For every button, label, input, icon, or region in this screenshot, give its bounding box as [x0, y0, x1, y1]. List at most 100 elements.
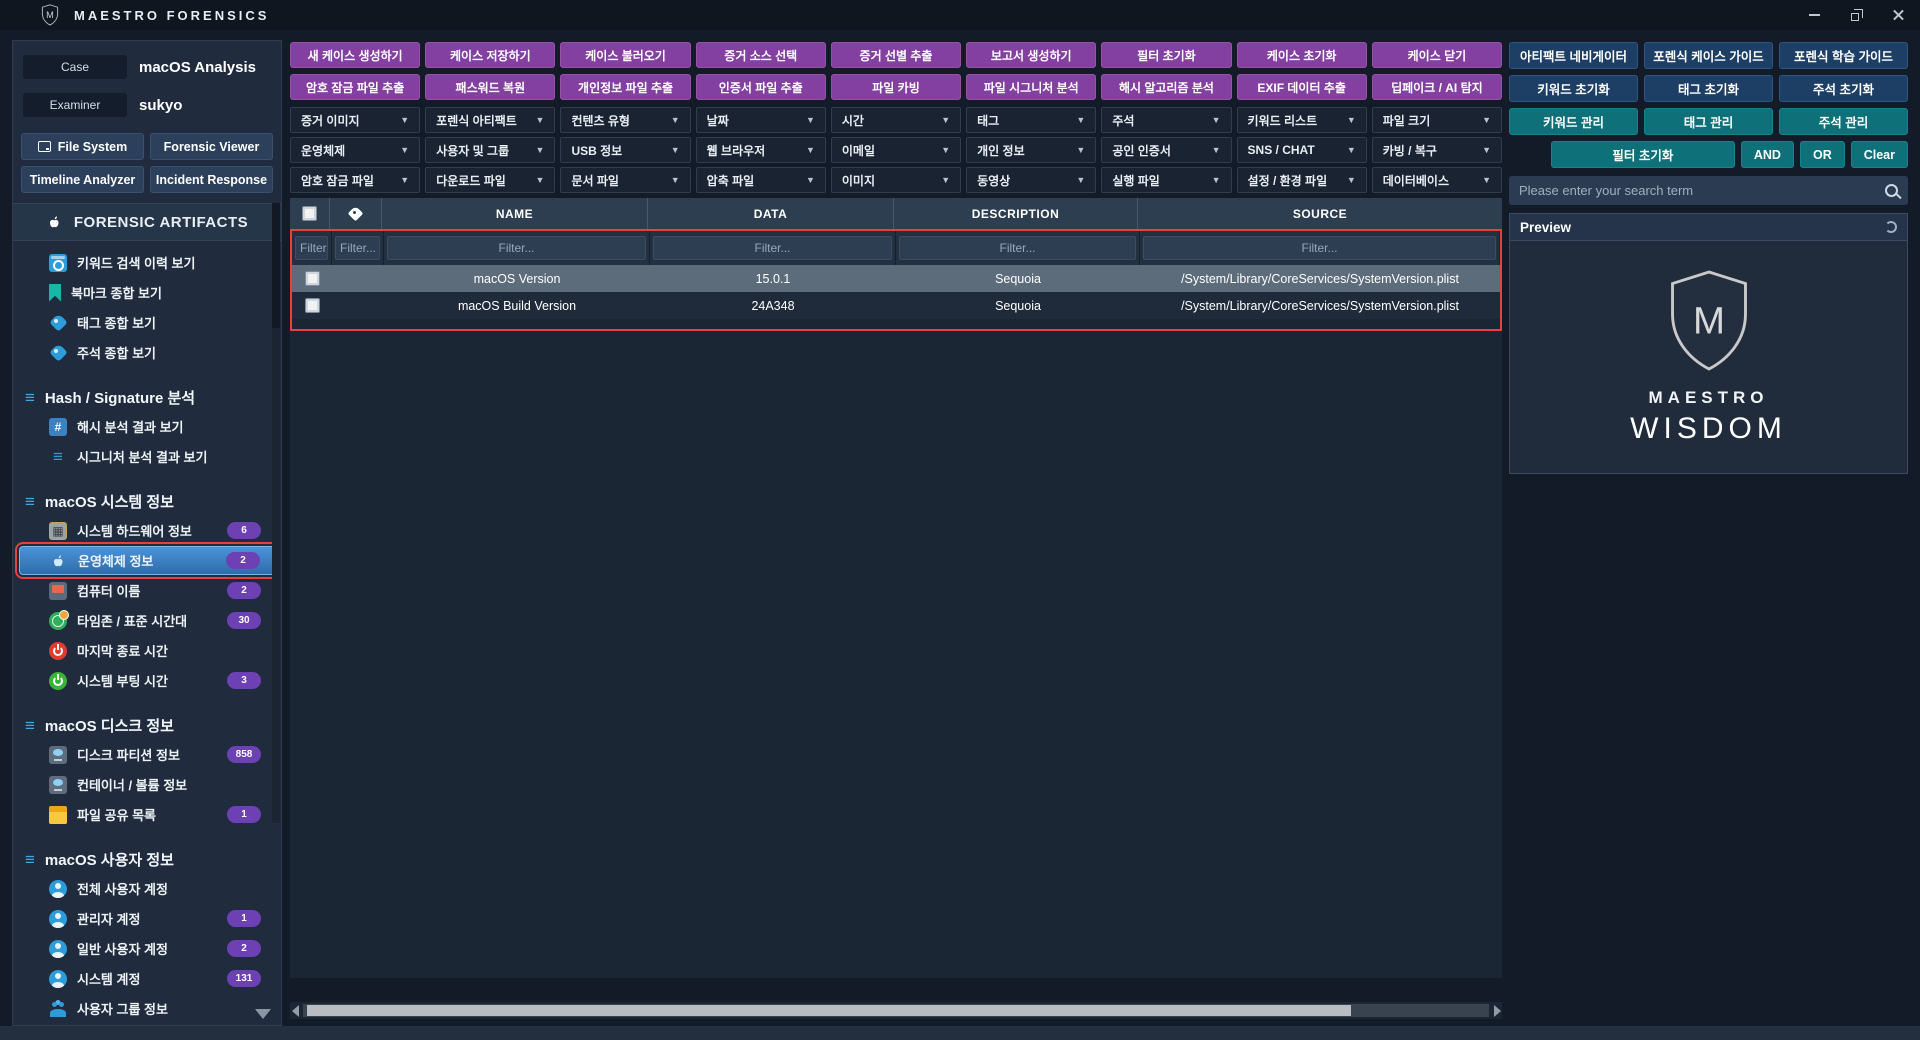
tree-item[interactable]: 사용자 그룹 정보: [19, 994, 275, 1023]
filter-dropdown[interactable]: 파일 크기▼: [1372, 107, 1502, 133]
table-row[interactable]: macOS Version15.0.1Sequoia/System/Librar…: [292, 265, 1500, 292]
column-header[interactable]: NAME: [382, 198, 648, 229]
filter-dropdown[interactable]: 사용자 및 그룹▼: [425, 137, 555, 163]
toolbar-button[interactable]: 파일 시그니처 분석: [966, 74, 1096, 100]
filter-dropdown[interactable]: USB 정보▼: [560, 137, 690, 163]
filter-dropdown[interactable]: 동영상▼: [966, 167, 1096, 193]
filter-dropdown[interactable]: 카빙 / 복구▼: [1372, 137, 1502, 163]
tree-item[interactable]: 태그 종합 보기: [19, 308, 275, 337]
filter-input[interactable]: [653, 236, 892, 260]
scrollbar-track[interactable]: [303, 1004, 1489, 1017]
sidebar-scrollbar[interactable]: [272, 203, 280, 823]
select-all-checkbox[interactable]: [302, 206, 317, 221]
tree-item[interactable]: 주석 종합 보기: [19, 338, 275, 367]
filter-dropdown[interactable]: SNS / CHAT▼: [1237, 137, 1367, 163]
filter-dropdown[interactable]: 컨텐츠 유형▼: [560, 107, 690, 133]
filter-dropdown[interactable]: 웹 브라우저▼: [696, 137, 826, 163]
search-input[interactable]: [1519, 183, 1885, 198]
tree-item[interactable]: #해시 분석 결과 보기: [19, 412, 275, 441]
filter-dropdown[interactable]: 주석▼: [1101, 107, 1231, 133]
right-panel-button[interactable]: 태그 관리: [1644, 108, 1773, 135]
toolbar-button[interactable]: 케이스 초기화: [1237, 42, 1367, 68]
toolbar-button[interactable]: 새 케이스 생성하기: [290, 42, 420, 68]
right-panel-button[interactable]: 태그 초기화: [1644, 75, 1773, 102]
toolbar-button[interactable]: 패스워드 복원: [425, 74, 555, 100]
toolbar-button[interactable]: 케이스 저장하기: [425, 42, 555, 68]
right-panel-button[interactable]: 포렌식 학습 가이드: [1779, 42, 1908, 69]
filter-dropdown[interactable]: 날짜▼: [696, 107, 826, 133]
tree-item[interactable]: 컴퓨터 이름2: [19, 576, 275, 605]
sidebar-scrollbar-thumb[interactable]: [272, 203, 280, 328]
column-header[interactable]: DATA: [648, 198, 894, 229]
forensic-artifacts-header[interactable]: FORENSIC ARTIFACTS: [13, 203, 281, 241]
column-header[interactable]: DESCRIPTION: [894, 198, 1138, 229]
tree-item[interactable]: 타임존 / 표준 시간대30: [19, 606, 275, 635]
sidebar-nav-button[interactable]: Forensic Viewer: [150, 133, 273, 160]
column-header[interactable]: SOURCE: [1138, 198, 1502, 229]
clear-button[interactable]: Clear: [1851, 141, 1908, 168]
right-panel-button[interactable]: 키워드 초기화: [1509, 75, 1638, 102]
tree-section-header[interactable]: ≡macOS 디스크 정보: [13, 711, 281, 739]
filter-dropdown[interactable]: 시간▼: [831, 107, 961, 133]
filter-input[interactable]: [387, 236, 646, 260]
close-icon[interactable]: [1890, 7, 1906, 23]
scroll-right-icon[interactable]: [1492, 1004, 1502, 1017]
filter-dropdown[interactable]: 공인 인증서▼: [1101, 137, 1231, 163]
filter-dropdown[interactable]: 이메일▼: [831, 137, 961, 163]
tree-item[interactable]: 시스템 부팅 시간3: [19, 666, 275, 695]
tree-item[interactable]: 컨테이너 / 볼륨 정보: [19, 770, 275, 799]
filter-input[interactable]: [899, 236, 1136, 260]
and-button[interactable]: AND: [1741, 141, 1794, 168]
filter-dropdown[interactable]: 이미지▼: [831, 167, 961, 193]
tree-item[interactable]: 전체 사용자 계정: [19, 874, 275, 903]
right-panel-button[interactable]: 아티팩트 네비게이터: [1509, 42, 1638, 69]
right-panel-button[interactable]: 주석 초기화: [1779, 75, 1908, 102]
tree-item[interactable]: ▦시스템 하드웨어 정보6: [19, 516, 275, 545]
minimize-icon[interactable]: [1806, 7, 1822, 23]
filter-dropdown[interactable]: 실행 파일▼: [1101, 167, 1231, 193]
sidebar-nav-button[interactable]: Timeline Analyzer: [21, 166, 144, 193]
filter-input[interactable]: [295, 236, 328, 260]
tree-item[interactable]: 운영체제 정보2: [19, 546, 275, 575]
filter-dropdown[interactable]: 증거 이미지▼: [290, 107, 420, 133]
table-row[interactable]: macOS Build Version24A348Sequoia/System/…: [292, 292, 1500, 319]
filter-input[interactable]: [335, 236, 380, 260]
tree-section-header[interactable]: ≡macOS 시스템 정보: [13, 487, 281, 515]
tree-section-header[interactable]: ≡Hash / Signature 분석: [13, 383, 281, 411]
select-all-header-cell[interactable]: [290, 198, 330, 229]
toolbar-button[interactable]: 인증서 파일 추출: [696, 74, 826, 100]
filter-dropdown[interactable]: 설정 / 환경 파일▼: [1237, 167, 1367, 193]
filter-dropdown[interactable]: 키워드 리스트▼: [1237, 107, 1367, 133]
sidebar-scroll-down-icon[interactable]: [255, 1009, 271, 1019]
toolbar-button[interactable]: 파일 카빙: [831, 74, 961, 100]
tree-section-header[interactable]: ≡macOS 사용자 정보: [13, 845, 281, 873]
toolbar-button[interactable]: 개인정보 파일 추출: [560, 74, 690, 100]
filter-dropdown[interactable]: 포렌식 아티팩트▼: [425, 107, 555, 133]
toolbar-button[interactable]: 필터 초기화: [1101, 42, 1231, 68]
filter-dropdown[interactable]: 개인 정보▼: [966, 137, 1096, 163]
tag-header-cell[interactable]: [330, 198, 382, 229]
toolbar-button[interactable]: 해시 알고리즘 분석: [1101, 74, 1231, 100]
scroll-left-icon[interactable]: [290, 1004, 300, 1017]
toolbar-button[interactable]: EXIF 데이터 추출: [1237, 74, 1367, 100]
filter-dropdown[interactable]: 문서 파일▼: [560, 167, 690, 193]
row-checkbox[interactable]: [305, 298, 320, 313]
filter-dropdown[interactable]: 운영체제▼: [290, 137, 420, 163]
tree-item[interactable]: 관리자 계정1: [19, 904, 275, 933]
tree-item[interactable]: 키워드 검색 이력 보기: [19, 248, 275, 277]
tree-item[interactable]: ≡시그니처 분석 결과 보기: [19, 442, 275, 471]
filter-dropdown[interactable]: 다운로드 파일▼: [425, 167, 555, 193]
refresh-icon[interactable]: [1885, 221, 1897, 233]
toolbar-button[interactable]: 보고서 생성하기: [966, 42, 1096, 68]
tree-item[interactable]: 디스크 파티션 정보858: [19, 740, 275, 769]
scrollbar-thumb[interactable]: [307, 1005, 1351, 1016]
or-button[interactable]: OR: [1800, 141, 1845, 168]
filter-dropdown[interactable]: 압축 파일▼: [696, 167, 826, 193]
right-panel-button[interactable]: 포렌식 케이스 가이드: [1644, 42, 1773, 69]
filter-dropdown[interactable]: 태그▼: [966, 107, 1096, 133]
filter-dropdown[interactable]: 암호 잠금 파일▼: [290, 167, 420, 193]
filter-input[interactable]: [1143, 236, 1496, 260]
search-icon[interactable]: [1885, 184, 1898, 197]
toolbar-button[interactable]: 케이스 닫기: [1372, 42, 1502, 68]
toolbar-button[interactable]: 암호 잠금 파일 추출: [290, 74, 420, 100]
